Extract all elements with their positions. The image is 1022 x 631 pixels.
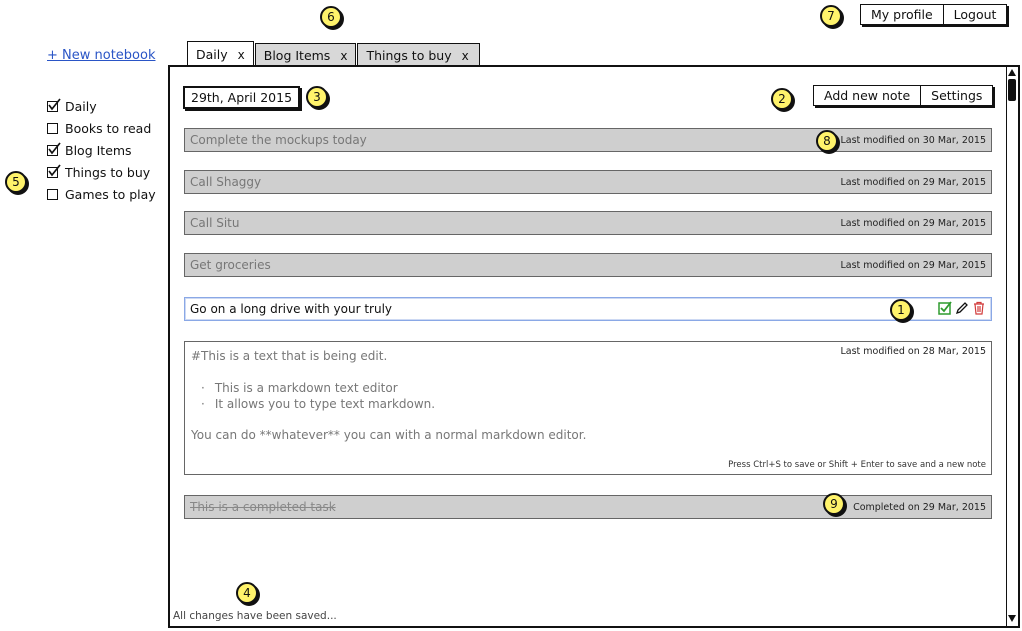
- edit-pencil-icon[interactable]: [955, 300, 969, 319]
- note-modified: Last modified on 29 Mar, 2015: [840, 259, 986, 271]
- add-note-button[interactable]: Add new note: [814, 86, 920, 105]
- editor-paragraph: You can do **whatever** you can with a n…: [191, 428, 587, 442]
- note-row-completed[interactable]: This is a completed task Completed on 29…: [184, 495, 992, 519]
- checkbox[interactable]: [47, 122, 58, 134]
- markdown-editor[interactable]: #This is a text that is being edit. Last…: [184, 341, 992, 475]
- bullet-dot: ·: [201, 381, 205, 395]
- checked-checkbox[interactable]: [47, 141, 61, 156]
- new-notebook-link[interactable]: + New notebook: [47, 48, 156, 63]
- notebook-label: Games to play: [65, 186, 156, 202]
- scrollbar[interactable]: [1006, 67, 1018, 626]
- note-row[interactable]: Call Shaggy Last modified on 29 Mar, 201…: [184, 170, 992, 194]
- tab-label: Things to buy: [366, 48, 452, 63]
- tab-label: Daily: [196, 47, 228, 62]
- note-modified: Last modified on 29 Mar, 2015: [840, 176, 986, 188]
- close-icon[interactable]: x: [462, 49, 469, 63]
- tab-label: Blog Items: [263, 48, 331, 63]
- callout-3: 3: [306, 86, 328, 108]
- settings-button[interactable]: Settings: [920, 86, 992, 105]
- bullet-text: It allows you to type text markdown.: [214, 397, 436, 411]
- note-row-selected[interactable]: Go on a long drive with your truly: [184, 297, 992, 321]
- notebook-item[interactable]: Blog Items: [47, 139, 156, 161]
- note-title: Go on a long drive with your truly: [190, 302, 393, 316]
- note-title: Complete the mockups today: [190, 133, 367, 147]
- note-completed-date: Completed on 29 Mar, 2015: [853, 501, 986, 513]
- close-icon[interactable]: x: [238, 48, 245, 62]
- note-row-actions: [938, 300, 986, 319]
- note-title: This is a completed task: [190, 500, 336, 514]
- note-row[interactable]: Call Situ Last modified on 29 Mar, 2015: [184, 211, 992, 235]
- account-buttons: My profile Logout: [860, 4, 1008, 25]
- callout-9: 9: [823, 493, 845, 515]
- my-profile-button[interactable]: My profile: [861, 5, 943, 24]
- callout-2: 2: [771, 88, 793, 110]
- bullet-text: This is a markdown text editor: [214, 381, 398, 395]
- save-status: All changes have been saved...: [173, 610, 337, 622]
- tab-daily[interactable]: Daily x: [187, 41, 254, 67]
- note-modified: Last modified on 29 Mar, 2015: [840, 217, 986, 229]
- note-row[interactable]: Get groceries Last modified on 29 Mar, 2…: [184, 253, 992, 277]
- complete-check-icon[interactable]: [938, 300, 952, 319]
- notebook-item[interactable]: Daily: [47, 95, 156, 117]
- note-modified: Last modified on 30 Mar, 2015: [840, 134, 986, 146]
- notebook-label: Things to buy: [65, 164, 151, 180]
- note-title: Call Shaggy: [190, 175, 262, 189]
- callout-5: 5: [5, 171, 27, 193]
- notebook-tabs: Daily x Blog Items x Things to buy x: [187, 41, 480, 67]
- callout-6: 6: [320, 6, 342, 28]
- callout-1: 1: [890, 299, 912, 321]
- editor-modified: Last modified on 28 Mar, 2015: [840, 346, 986, 357]
- tab-blog-items[interactable]: Blog Items x: [254, 43, 357, 67]
- notebook-label: Blog Items: [65, 142, 132, 158]
- notebook-label: Books to read: [65, 120, 152, 136]
- notebook-list: Daily Books to read Blog Items Things to bu…: [47, 95, 156, 205]
- note-actions: Add new note Settings: [813, 85, 994, 106]
- callout-4: 4: [236, 582, 258, 604]
- editor-bullet: · This is a markdown text editor: [201, 381, 398, 395]
- checked-checkbox[interactable]: [47, 163, 61, 178]
- notebook-item[interactable]: Things to buy: [47, 161, 156, 183]
- close-icon[interactable]: x: [340, 49, 347, 63]
- note-title: Call Situ: [190, 216, 240, 230]
- checkbox[interactable]: [47, 188, 58, 200]
- notebook-item[interactable]: Games to play: [47, 183, 156, 205]
- notes-panel: 29th, April 2015 3 2 Add new note Settin…: [168, 65, 1020, 628]
- callout-7: 7: [820, 5, 842, 27]
- bullet-dot: ·: [201, 397, 205, 411]
- delete-trash-icon[interactable]: [972, 300, 986, 319]
- note-title: Get groceries: [190, 258, 271, 272]
- notebook-label: Daily: [65, 98, 97, 114]
- editor-hint: Press Ctrl+S to save or Shift + Enter to…: [728, 460, 986, 470]
- notebook-item[interactable]: Books to read: [47, 117, 156, 139]
- date-label: 29th, April 2015: [183, 86, 301, 109]
- editor-heading: #This is a text that is being edit.: [191, 349, 388, 363]
- editor-bullet: · It allows you to type text markdown.: [201, 397, 436, 411]
- logout-button[interactable]: Logout: [942, 5, 1007, 24]
- note-row[interactable]: Complete the mockups today Last modified…: [184, 128, 992, 152]
- checked-checkbox[interactable]: [47, 97, 61, 112]
- callout-8: 8: [816, 130, 838, 152]
- tab-things-to-buy[interactable]: Things to buy x: [357, 43, 480, 67]
